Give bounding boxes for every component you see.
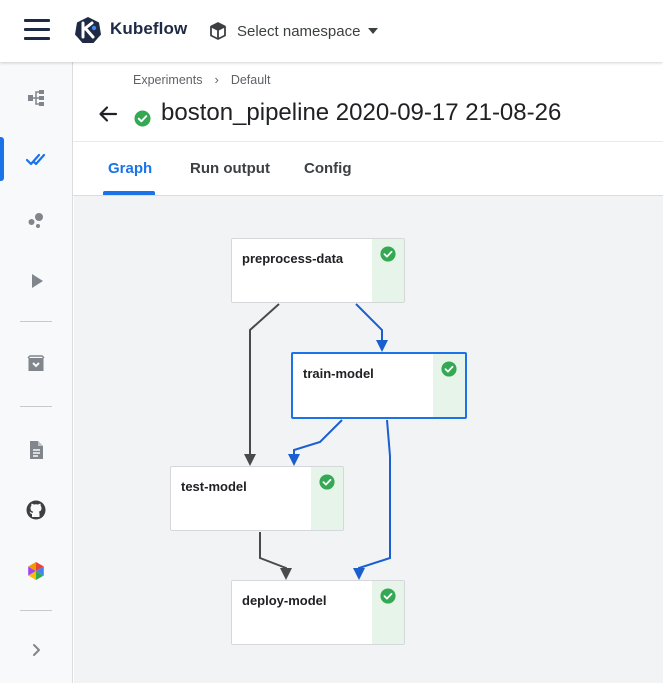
success-status-icon: [319, 474, 335, 490]
edge-train-to-test: [288, 419, 343, 466]
kubeflow-logo[interactable]: [74, 16, 102, 44]
tab-run-output[interactable]: Run output: [190, 160, 270, 177]
namespace-label: Select namespace: [237, 22, 361, 40]
menu-icon[interactable]: [24, 19, 50, 41]
side-navigation: [0, 62, 73, 683]
node-label: preprocess-data: [242, 251, 344, 266]
node-status: [372, 239, 404, 302]
success-status-icon: [380, 588, 396, 604]
node-status: [372, 581, 404, 644]
ai-hub-icon: [28, 562, 44, 580]
tab-graph[interactable]: Graph: [108, 160, 152, 177]
breadcrumb: Experiments › Default: [133, 72, 270, 87]
namespace-selector[interactable]: Select namespace: [208, 17, 379, 45]
page-title: boston_pipeline 2020-09-17 21-08-26: [161, 99, 562, 126]
edge-test-to-deploy: [259, 532, 292, 580]
sidebar-divider: [20, 321, 52, 322]
documentation-icon: [30, 441, 43, 459]
executions-icon: [32, 274, 43, 288]
artifacts-icon: [28, 213, 43, 228]
success-status-icon: [134, 110, 151, 127]
node-deploy-model[interactable]: deploy-model: [231, 580, 405, 645]
node-train-model[interactable]: train-model: [291, 352, 467, 419]
pipelines-icon: [28, 90, 44, 106]
breadcrumb-default[interactable]: Default: [231, 73, 271, 87]
brand-name[interactable]: Kubeflow: [110, 19, 187, 39]
breadcrumb-separator: ›: [214, 72, 219, 87]
tab-config[interactable]: Config: [304, 160, 351, 177]
github-icon: [26, 500, 46, 520]
sidebar-item-pipelines[interactable]: [0, 78, 72, 118]
sidebar-item-executions[interactable]: [0, 261, 72, 301]
sidebar-item-github[interactable]: [0, 490, 72, 530]
node-status: [433, 354, 465, 417]
caret-down-icon: [368, 28, 379, 34]
node-label: deploy-model: [242, 593, 327, 608]
node-test-model[interactable]: test-model: [170, 466, 344, 531]
sidebar-item-artifacts[interactable]: [0, 200, 72, 240]
chevron-right-icon: [33, 644, 40, 656]
node-status: [311, 467, 343, 530]
edge-preprocess-to-train: [355, 303, 388, 352]
sidebar-divider: [20, 406, 52, 407]
header-divider: [73, 141, 663, 142]
experiments-icon: [25, 153, 46, 166]
edge-preprocess-to-test: [244, 303, 280, 466]
cube-icon: [210, 22, 226, 40]
archive-icon: [27, 355, 45, 371]
sidebar-item-experiments[interactable]: [0, 139, 72, 179]
success-status-icon: [441, 361, 457, 377]
node-label: test-model: [181, 479, 247, 494]
sidebar-expand-button[interactable]: [0, 630, 72, 670]
sidebar-item-documentation[interactable]: [0, 430, 72, 470]
sidebar-item-archive[interactable]: [0, 344, 72, 384]
top-app-bar: Kubeflow Select namespace: [0, 0, 663, 62]
back-arrow-icon[interactable]: [96, 102, 120, 126]
edge-train-to-deploy: [353, 419, 391, 580]
node-preprocess-data[interactable]: preprocess-data: [231, 238, 405, 303]
node-label: train-model: [303, 366, 374, 381]
pipeline-graph: preprocess-data train-model test-model d…: [74, 196, 663, 683]
success-status-icon: [380, 246, 396, 262]
sidebar-item-ai-hub[interactable]: [0, 551, 72, 591]
sidebar-divider: [20, 610, 52, 611]
breadcrumb-experiments[interactable]: Experiments: [133, 73, 202, 87]
